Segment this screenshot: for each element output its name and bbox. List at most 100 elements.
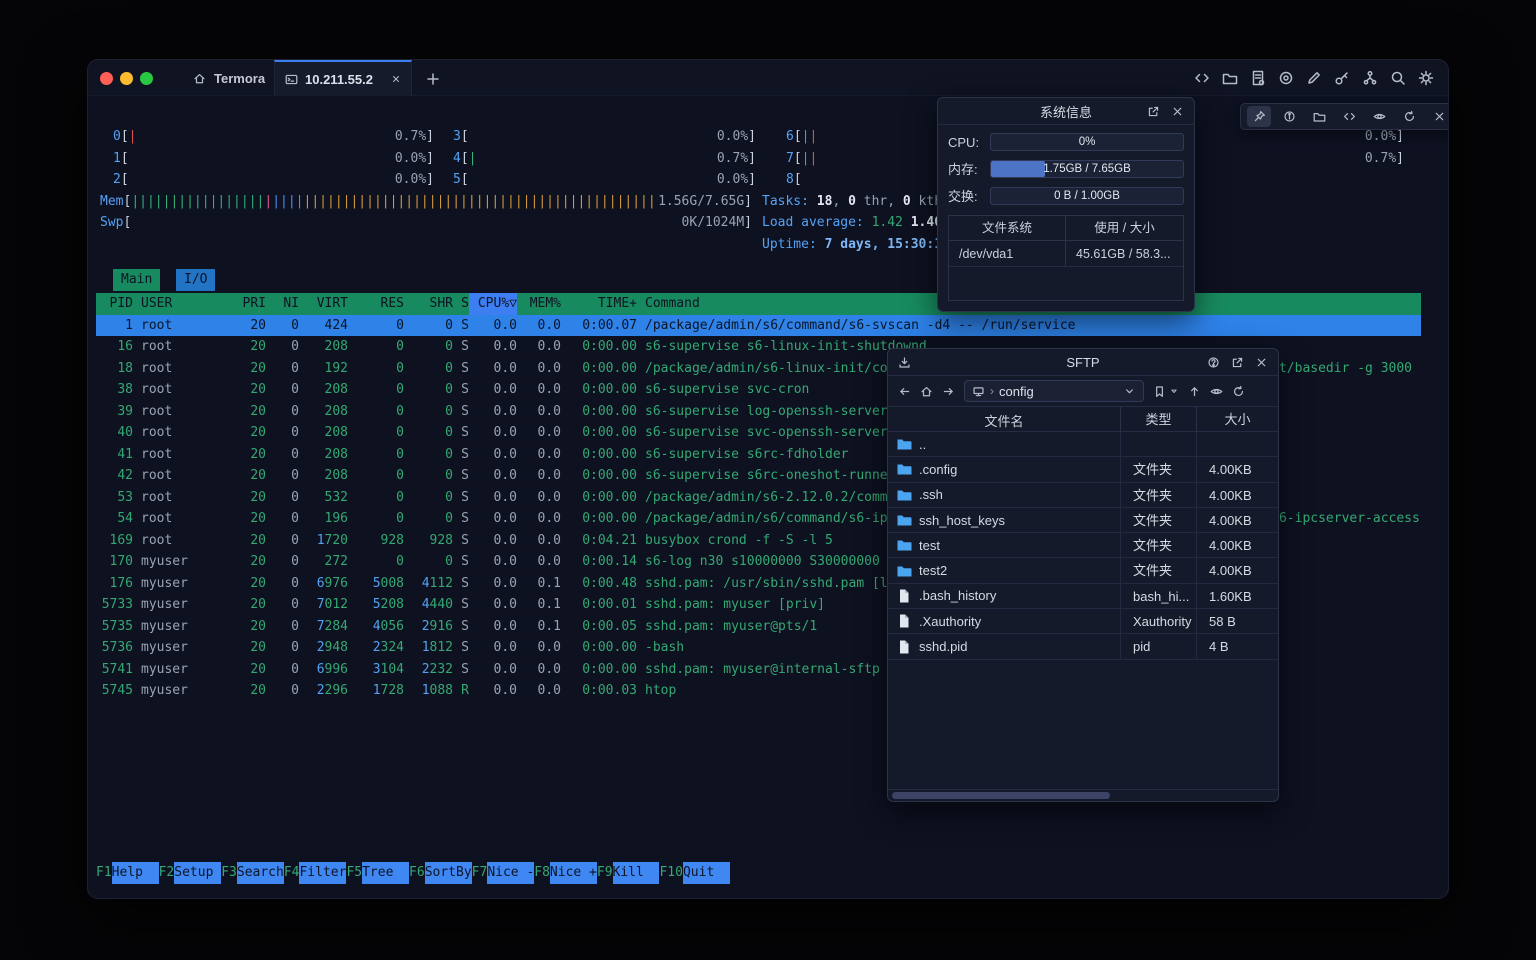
traffic-light-zoom[interactable] bbox=[140, 72, 153, 85]
record-button[interactable] bbox=[1277, 70, 1294, 87]
branch-button[interactable] bbox=[1361, 70, 1378, 87]
back-icon[interactable] bbox=[898, 385, 911, 398]
key-icon bbox=[1334, 70, 1350, 86]
meter-0: 0[|0.7%] bbox=[113, 126, 434, 148]
fn-key-f2: F2 bbox=[159, 862, 175, 884]
code-button[interactable] bbox=[1193, 70, 1210, 87]
fn-button-sortby[interactable]: SortBy bbox=[425, 862, 472, 884]
horizontal-scrollbar[interactable] bbox=[888, 789, 1278, 801]
fn-button-setup[interactable]: Setup bbox=[174, 862, 221, 884]
file-icon bbox=[896, 613, 912, 629]
fn-button-help[interactable]: Help bbox=[112, 862, 159, 884]
sftp-toolbar: › config bbox=[888, 376, 1278, 406]
file-type-cell: 文件夹 bbox=[1120, 483, 1196, 507]
download-icon[interactable] bbox=[898, 356, 911, 369]
column-user[interactable]: USER bbox=[133, 293, 240, 315]
close-tab-button[interactable] bbox=[391, 74, 401, 84]
pencil-button[interactable] bbox=[1305, 70, 1322, 87]
meter-2: 2[0.0%] bbox=[113, 169, 434, 191]
help-icon[interactable] bbox=[1207, 356, 1220, 369]
show-hidden-icon[interactable] bbox=[1210, 385, 1223, 398]
file-log-button[interactable] bbox=[1249, 70, 1266, 87]
fn-button-quit[interactable]: Quit bbox=[683, 862, 730, 884]
memory-usage-bar: 1.75GB / 7.65GB bbox=[990, 160, 1184, 178]
filesystem-row[interactable]: /dev/vda1 45.61GB / 58.3... bbox=[949, 241, 1183, 267]
column-mem[interactable]: MEM% bbox=[517, 293, 561, 315]
size-column[interactable]: 大小 bbox=[1196, 407, 1278, 433]
folder-icon bbox=[896, 563, 912, 579]
column-virt[interactable]: VIRT bbox=[299, 293, 348, 315]
file-size-cell: 1.60KB bbox=[1196, 584, 1278, 608]
file-row[interactable]: .XauthorityXauthority58 B bbox=[888, 609, 1278, 634]
file-row[interactable]: .bash_historybash_hi...1.60KB bbox=[888, 584, 1278, 609]
column-shr[interactable]: SHR bbox=[404, 293, 453, 315]
new-tab-button[interactable] bbox=[422, 68, 444, 90]
fn-button-nice-[interactable]: Nice + bbox=[550, 862, 597, 884]
close-icon[interactable] bbox=[1171, 105, 1184, 118]
column-res[interactable]: RES bbox=[348, 293, 404, 315]
gear-button[interactable] bbox=[1417, 70, 1434, 87]
filename-column[interactable]: 文件名 bbox=[888, 411, 1120, 430]
session-float-toolbar bbox=[1240, 103, 1448, 130]
search-button[interactable] bbox=[1389, 70, 1406, 87]
file-row[interactable]: sshd.pidpid4 B bbox=[888, 634, 1278, 659]
file-row[interactable]: .. bbox=[888, 432, 1278, 457]
folder-icon bbox=[896, 436, 912, 452]
tab-home[interactable]: Termora bbox=[183, 60, 275, 96]
file-row[interactable]: .ssh文件夹4.00KB bbox=[888, 483, 1278, 508]
pin-button[interactable] bbox=[1247, 106, 1271, 127]
process-row[interactable]: 1root20042400S0.00.00:00.07/package/admi… bbox=[96, 315, 1421, 337]
chevron-down-icon[interactable] bbox=[1123, 385, 1136, 398]
fn-button-search[interactable]: Search bbox=[237, 862, 284, 884]
process-table-header: PIDUSERPRINIVIRTRESSHRSCPU%▽MEM%TIME+Com… bbox=[96, 293, 1421, 315]
eye-button[interactable] bbox=[1367, 106, 1391, 127]
sort-column-cpu[interactable]: CPU%▽ bbox=[469, 293, 517, 315]
bookmark-icon[interactable] bbox=[1153, 385, 1166, 398]
meter-4: 4[|0.7%] bbox=[453, 148, 756, 170]
code-button[interactable] bbox=[1337, 106, 1361, 127]
file-row[interactable]: ssh_host_keys文件夹4.00KB bbox=[888, 508, 1278, 533]
sftp-panel: SFTP › config 文件名 类型 bbox=[887, 348, 1279, 802]
fn-button-filter[interactable]: Filter bbox=[299, 862, 346, 884]
refresh-button[interactable] bbox=[1397, 106, 1421, 127]
forward-icon[interactable] bbox=[942, 385, 955, 398]
home-icon[interactable] bbox=[920, 385, 933, 398]
close-icon[interactable] bbox=[1255, 356, 1268, 369]
file-name-cell: test bbox=[888, 537, 1120, 553]
htop-tab-main[interactable]: Main bbox=[113, 269, 160, 291]
fn-button-tree[interactable]: Tree bbox=[362, 862, 409, 884]
file-row[interactable]: .config文件夹4.00KB bbox=[888, 457, 1278, 482]
eye-icon bbox=[1373, 110, 1386, 123]
column-pid[interactable]: PID bbox=[96, 293, 133, 315]
meter-mem: Mem[||||||||||||||||||||||||||||||||||||… bbox=[100, 191, 752, 213]
open-external-icon[interactable] bbox=[1147, 105, 1160, 118]
tab-session[interactable]: 10.211.55.2 bbox=[274, 60, 412, 96]
fn-button-nice-[interactable]: Nice - bbox=[487, 862, 534, 884]
column-ni[interactable]: NI bbox=[266, 293, 299, 315]
branch-icon bbox=[1362, 70, 1378, 86]
info-button[interactable] bbox=[1277, 106, 1301, 127]
file-row[interactable]: test文件夹4.00KB bbox=[888, 533, 1278, 558]
bookmark-caret-icon[interactable] bbox=[1169, 386, 1179, 396]
close-button[interactable] bbox=[1427, 106, 1448, 127]
key-button[interactable] bbox=[1333, 70, 1350, 87]
column-s[interactable]: S bbox=[453, 293, 469, 315]
home-tab-label: Termora bbox=[214, 71, 265, 86]
type-column[interactable]: 类型 bbox=[1120, 407, 1196, 433]
fn-button-kill[interactable]: Kill bbox=[613, 862, 660, 884]
fn-key-f10: F10 bbox=[659, 862, 682, 884]
column-time[interactable]: TIME+ bbox=[561, 293, 637, 315]
cpu-usage-bar: 0% bbox=[990, 133, 1184, 151]
folder-button[interactable] bbox=[1221, 70, 1238, 87]
refresh-icon[interactable] bbox=[1232, 385, 1245, 398]
path-breadcrumb[interactable]: › config bbox=[964, 380, 1144, 402]
file-row[interactable]: test2文件夹4.00KB bbox=[888, 558, 1278, 583]
open-external-icon[interactable] bbox=[1231, 356, 1244, 369]
folder-button[interactable] bbox=[1307, 106, 1331, 127]
traffic-light-close[interactable] bbox=[100, 72, 113, 85]
column-pri[interactable]: PRI bbox=[240, 293, 266, 315]
htop-tab-i-o[interactable]: I/O bbox=[176, 269, 215, 291]
up-directory-icon[interactable] bbox=[1188, 385, 1201, 398]
scrollbar-thumb[interactable] bbox=[892, 792, 1110, 799]
traffic-light-minimize[interactable] bbox=[120, 72, 133, 85]
